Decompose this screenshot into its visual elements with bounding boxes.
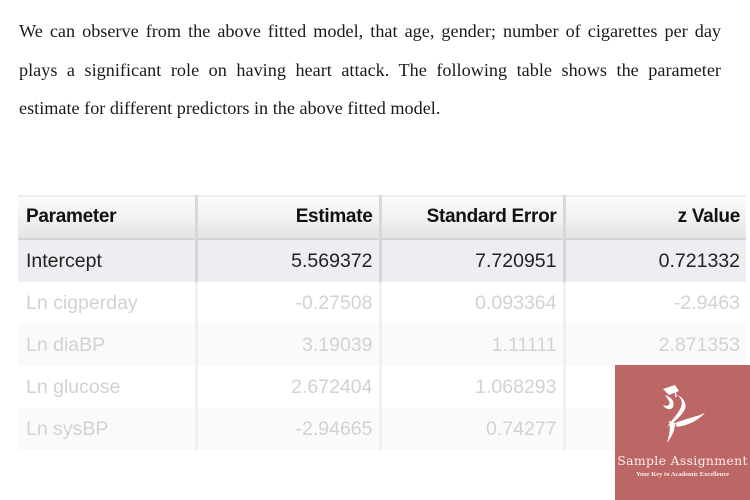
table-row: Ln diaBP 3.19039 1.11111 2.871353 xyxy=(18,324,746,366)
graduate-figure-icon xyxy=(663,385,705,443)
cell-z-value: -2.9463 xyxy=(673,291,740,314)
header-z-value: z Value xyxy=(564,195,746,240)
cell-parameter: Ln glucose xyxy=(18,366,198,408)
cell-parameter: Ln diaBP xyxy=(18,324,198,366)
cell-estimate: -0.27508 xyxy=(196,282,382,324)
cell-z-value: 0.721332 xyxy=(564,239,746,282)
cell-parameter: Ln sysBP xyxy=(18,408,198,450)
cell-parameter: Intercept xyxy=(18,239,198,282)
table-row: Ln cigperday -0.27508 0.093364 -2.9463 xyxy=(18,282,746,324)
header-parameter: Parameter xyxy=(18,195,198,240)
cell-standard-error: 1.11111 xyxy=(380,324,566,366)
header-estimate: Estimate xyxy=(196,195,382,240)
body-paragraph: We can observe from the above fitted mod… xyxy=(19,21,721,118)
table-row: Intercept 5.569372 7.720951 0.721332 xyxy=(18,239,746,282)
watermark-title: Sample Assignment xyxy=(617,453,748,468)
cell-parameter: Ln cigperday xyxy=(18,282,198,324)
cell-estimate: 5.569372 xyxy=(196,239,382,282)
watermark-tagline: Your Key to Academic Excellence xyxy=(635,471,730,478)
cell-estimate: -2.94665 xyxy=(196,408,382,450)
cell-z-value: 2.871353 xyxy=(564,324,746,366)
header-standard-error: Standard Error xyxy=(380,195,566,240)
cell-estimate: 2.672404 xyxy=(196,366,382,408)
cell-standard-error: 7.720951 xyxy=(380,239,566,282)
cell-standard-error: 0.093364 xyxy=(380,282,566,324)
cell-estimate: 3.19039 xyxy=(196,324,382,366)
cell-standard-error: 1.068293 xyxy=(380,366,566,408)
table-header-row: Parameter Estimate Standard Error z Valu… xyxy=(18,195,746,240)
cell-standard-error: 0.74277 xyxy=(380,408,566,450)
sample-assignment-watermark: Sample Assignment Your Key to Academic E… xyxy=(615,365,750,500)
